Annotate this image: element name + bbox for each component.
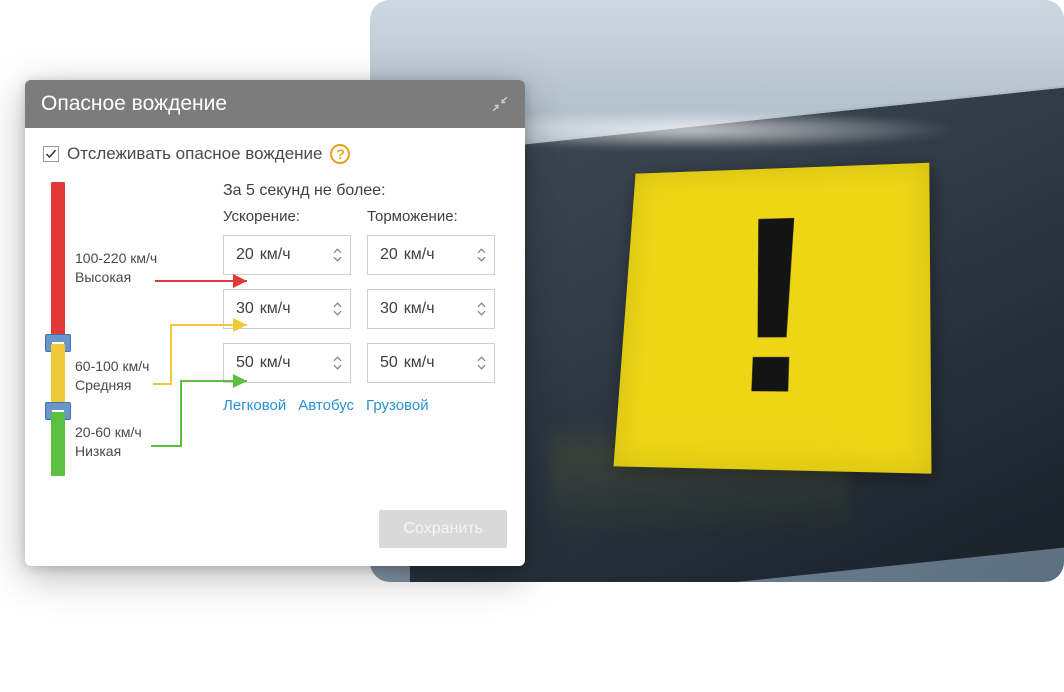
exclamation-icon: ! <box>727 210 819 400</box>
panel-header: Опасное вождение <box>25 80 525 128</box>
stepper-arrows[interactable] <box>477 302 486 316</box>
help-icon[interactable]: ? <box>330 144 350 164</box>
brake-mid-input[interactable]: 30 км/ч <box>367 289 495 329</box>
preset-truck[interactable]: Грузовой <box>366 397 429 414</box>
col-brake: Торможение: <box>367 208 495 225</box>
chevron-up-icon[interactable] <box>333 248 342 254</box>
stepper-arrows[interactable] <box>333 356 342 370</box>
brake-low-input[interactable]: 50 км/ч <box>367 343 495 383</box>
range-high-value: 100-220 км/ч <box>75 250 157 266</box>
segment-high <box>51 182 65 340</box>
brake-high-input[interactable]: 20 км/ч <box>367 235 495 275</box>
stepper-arrows[interactable] <box>477 356 486 370</box>
accel-low-value: 50 <box>236 354 254 372</box>
track-row: Отслеживать опасное вождение ? <box>43 144 507 164</box>
content-row: 100-220 км/ч Высокая 60-100 км/ч Средняя… <box>43 182 507 482</box>
range-low-value: 20-60 км/ч <box>75 424 142 440</box>
brake-low-value: 50 <box>380 354 398 372</box>
dangerous-driving-panel: Опасное вождение Отслеживать опасное вож… <box>25 80 525 566</box>
accel-high-input[interactable]: 20 км/ч <box>223 235 351 275</box>
chevron-down-icon[interactable] <box>333 364 342 370</box>
limits-header: За 5 секунд не более: <box>223 182 507 200</box>
chevron-down-icon[interactable] <box>477 310 486 316</box>
panel-body: Отслеживать опасное вождение ? 100-220 к… <box>25 128 525 566</box>
chevron-up-icon[interactable] <box>333 302 342 308</box>
column-headers: Ускорение: Торможение: <box>223 208 507 225</box>
chevron-down-icon[interactable] <box>333 310 342 316</box>
chevron-down-icon[interactable] <box>333 256 342 262</box>
accel-mid-input[interactable]: 30 км/ч <box>223 289 351 329</box>
chevron-up-icon[interactable] <box>477 248 486 254</box>
chevron-up-icon[interactable] <box>333 356 342 362</box>
chevron-down-icon[interactable] <box>477 256 486 262</box>
col-accel: Ускорение: <box>223 208 351 225</box>
input-row-low: 50 км/ч 50 км/ч <box>223 343 507 383</box>
speed-scale <box>51 182 65 482</box>
unit-label: км/ч <box>260 300 333 318</box>
brake-mid-value: 30 <box>380 300 398 318</box>
range-mid-value: 60-100 км/ч <box>75 358 149 374</box>
range-low-name: Низкая <box>75 443 142 459</box>
collapse-icon[interactable] <box>491 95 509 113</box>
unit-label: км/ч <box>404 354 477 372</box>
save-button[interactable]: Сохранить <box>379 510 507 548</box>
brake-high-value: 20 <box>380 246 398 264</box>
vehicle-presets: Легковой Автобус Грузовой <box>223 397 507 414</box>
panel-footer: Сохранить <box>43 510 507 548</box>
track-label: Отслеживать опасное вождение <box>67 144 322 164</box>
segment-mid <box>51 344 65 408</box>
input-row-mid: 30 км/ч 30 км/ч <box>223 289 507 329</box>
preset-car[interactable]: Легковой <box>223 397 286 414</box>
unit-label: км/ч <box>260 354 333 372</box>
range-high: 100-220 км/ч Высокая <box>75 250 157 285</box>
unit-label: км/ч <box>404 246 477 264</box>
accel-mid-value: 30 <box>236 300 254 318</box>
range-mid-name: Средняя <box>75 377 149 393</box>
unit-label: км/ч <box>260 246 333 264</box>
inputs-column: За 5 секунд не более: Ускорение: Торможе… <box>223 182 507 482</box>
accel-high-value: 20 <box>236 246 254 264</box>
stepper-arrows[interactable] <box>477 248 486 262</box>
chevron-up-icon[interactable] <box>477 356 486 362</box>
track-checkbox[interactable] <box>43 146 59 162</box>
range-high-name: Высокая <box>75 269 157 285</box>
accel-low-input[interactable]: 50 км/ч <box>223 343 351 383</box>
panel-title: Опасное вождение <box>41 92 227 116</box>
unit-label: км/ч <box>404 300 477 318</box>
input-row-high: 20 км/ч 20 км/ч <box>223 235 507 275</box>
sign-reflection <box>550 420 850 540</box>
stepper-arrows[interactable] <box>333 302 342 316</box>
chevron-up-icon[interactable] <box>477 302 486 308</box>
range-low: 20-60 км/ч Низкая <box>75 424 142 459</box>
segment-low <box>51 412 65 476</box>
preset-bus[interactable]: Автобус <box>298 397 354 414</box>
range-mid: 60-100 км/ч Средняя <box>75 358 149 393</box>
speed-scale-column: 100-220 км/ч Высокая 60-100 км/ч Средняя… <box>43 182 223 482</box>
chevron-down-icon[interactable] <box>477 364 486 370</box>
stepper-arrows[interactable] <box>333 248 342 262</box>
